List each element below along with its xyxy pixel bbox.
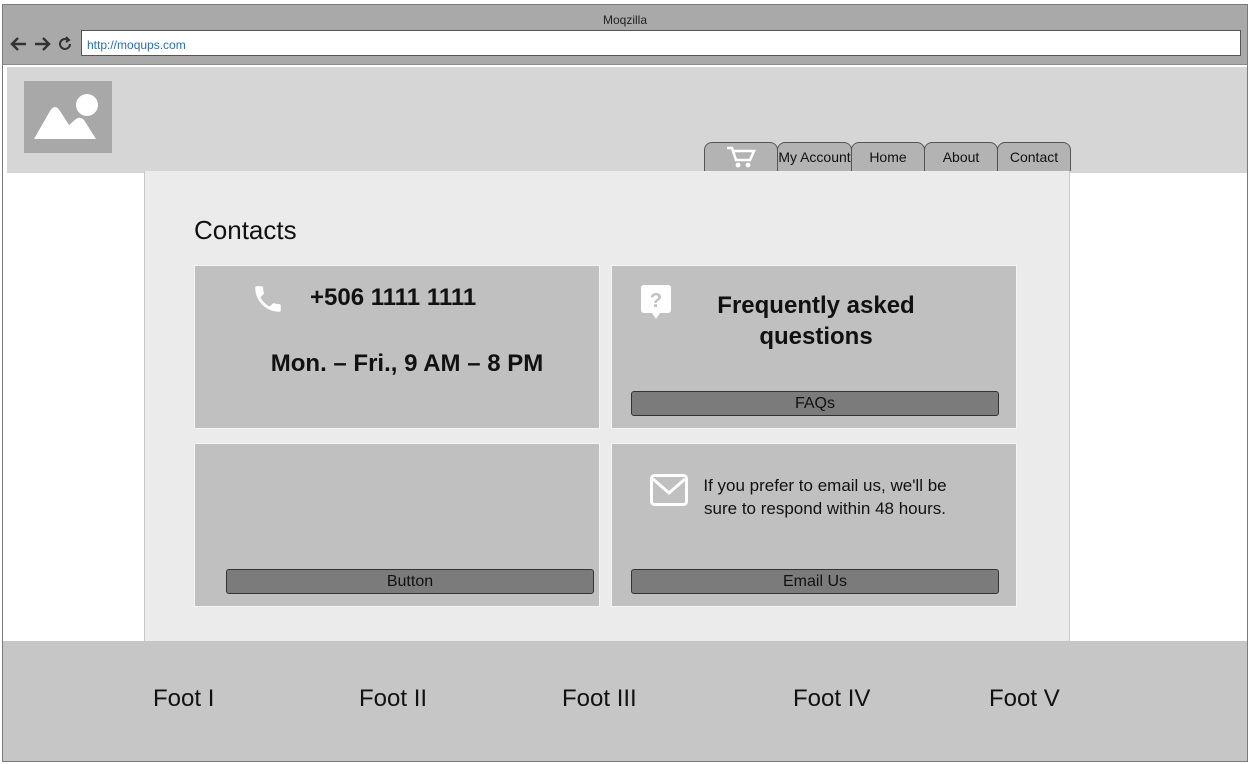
email-card: If you prefer to email us, we'll be sure… bbox=[611, 443, 1017, 607]
tab-contact[interactable]: Contact bbox=[997, 142, 1071, 171]
reload-button[interactable] bbox=[55, 34, 75, 54]
site-footer: Foot I Foot II Foot III Foot IV Foot V bbox=[3, 641, 1247, 761]
faq-card: ? Frequently asked questions FAQs bbox=[611, 265, 1017, 429]
footer-link-1[interactable]: Foot I bbox=[153, 685, 214, 713]
site-header: My Account Home About Contact bbox=[7, 67, 1247, 173]
forward-button[interactable] bbox=[32, 34, 52, 54]
faqs-button[interactable]: FAQs bbox=[631, 391, 999, 416]
nav-tabs: My Account Home About Contact bbox=[704, 142, 1071, 173]
arrow-right-icon bbox=[35, 37, 51, 51]
tab-home[interactable]: Home bbox=[851, 142, 925, 171]
image-placeholder-icon bbox=[34, 94, 98, 139]
footer-link-3[interactable]: Foot III bbox=[562, 685, 637, 713]
arrow-left-icon bbox=[10, 37, 26, 51]
tab-my-account[interactable]: My Account bbox=[777, 142, 852, 171]
browser-window: Moqzilla http://moqups.com My Account Ho… bbox=[2, 4, 1248, 762]
blank-card: Button bbox=[194, 443, 600, 607]
footer-link-5[interactable]: Foot V bbox=[989, 685, 1060, 713]
email-info-text: If you prefer to email us, we'll be sure… bbox=[703, 476, 947, 518]
footer-link-2[interactable]: Foot II bbox=[359, 685, 427, 713]
envelope-icon bbox=[650, 474, 688, 506]
phone-card: +506 1111 1111 Mon. – Fri., 9 AM – 8 PM bbox=[194, 265, 600, 429]
email-us-button[interactable]: Email Us bbox=[631, 569, 999, 594]
back-button[interactable] bbox=[9, 34, 29, 54]
tab-about[interactable]: About bbox=[924, 142, 998, 171]
phone-icon bbox=[255, 286, 281, 312]
tab-cart[interactable] bbox=[704, 142, 778, 171]
url-bar[interactable]: http://moqups.com bbox=[81, 30, 1241, 56]
faq-heading: Frequently asked questions bbox=[717, 292, 915, 350]
main-content: Contacts +506 1111 1111 Mon. – Fri., 9 A… bbox=[144, 171, 1070, 643]
generic-button[interactable]: Button bbox=[226, 569, 594, 594]
business-hours: Mon. – Fri., 9 AM – 8 PM bbox=[270, 350, 544, 377]
question-bubble-icon: ? bbox=[641, 285, 671, 319]
browser-titlebar: Moqzilla http://moqups.com bbox=[3, 5, 1247, 65]
reload-icon bbox=[59, 36, 71, 50]
page-title: Contacts bbox=[194, 215, 297, 245]
window-title: Moqzilla bbox=[602, 13, 647, 27]
cart-icon bbox=[727, 146, 756, 168]
phone-number: +506 1111 1111 bbox=[310, 284, 477, 311]
svg-text:?: ? bbox=[650, 290, 662, 312]
logo-image-placeholder bbox=[24, 81, 112, 153]
footer-link-4[interactable]: Foot IV bbox=[793, 685, 870, 713]
